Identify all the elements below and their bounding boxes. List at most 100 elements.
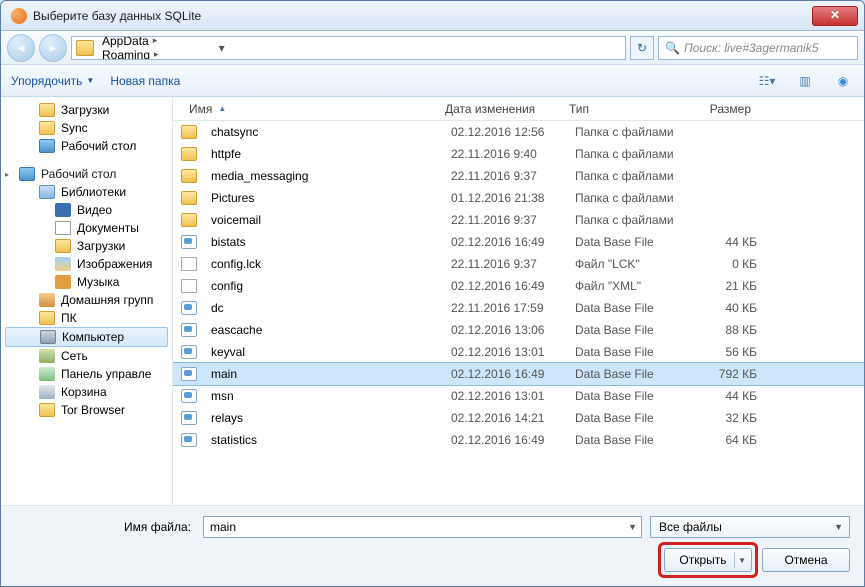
app-icon <box>11 8 27 24</box>
sidebar-item[interactable]: Загрузки <box>1 101 172 119</box>
file-row[interactable]: config.lck22.11.2016 9:37Файл "LCK"0 КБ <box>173 253 864 275</box>
file-icon <box>181 125 197 139</box>
item-icon <box>39 293 55 307</box>
sidebar-item[interactable]: Домашняя групп <box>1 291 172 309</box>
item-icon <box>55 203 71 217</box>
forward-button[interactable]: ► <box>39 34 67 62</box>
sidebar: ЗагрузкиSyncРабочий стол ▸Рабочий стол Б… <box>1 97 173 505</box>
file-row[interactable]: httpfe22.11.2016 9:40Папка с файлами <box>173 143 864 165</box>
file-row[interactable]: chatsync02.12.2016 12:56Папка с файлами <box>173 121 864 143</box>
organize-menu[interactable]: Упорядочить ▼ <box>11 74 94 88</box>
item-icon <box>39 103 55 117</box>
sidebar-item[interactable]: Изображения <box>1 255 172 273</box>
file-row[interactable]: statistics02.12.2016 16:49Data Base File… <box>173 429 864 451</box>
file-row[interactable]: config02.12.2016 16:49Файл "XML"21 КБ <box>173 275 864 297</box>
item-icon <box>39 139 55 153</box>
titlebar[interactable]: Выберите базу данных SQLite ✕ <box>1 1 864 31</box>
sort-indicator-icon: ▲ <box>218 104 226 113</box>
preview-pane-icon[interactable]: ▥ <box>794 72 816 90</box>
item-icon <box>39 385 55 399</box>
file-row[interactable]: voicemail22.11.2016 9:37Папка с файлами <box>173 209 864 231</box>
library-icon <box>39 185 55 199</box>
item-icon <box>39 403 55 417</box>
item-icon <box>39 121 55 135</box>
desktop-icon <box>19 167 35 181</box>
search-input[interactable]: 🔍 Поиск: live#3agermanik5 <box>658 36 858 60</box>
col-date[interactable]: Дата изменения <box>437 98 561 120</box>
file-type-filter[interactable]: Все файлы▼ <box>650 516 850 538</box>
toolbar: Упорядочить ▼ Новая папка ☷▾ ▥ ◉ <box>1 65 864 97</box>
file-row[interactable]: bistats02.12.2016 16:49Data Base File44 … <box>173 231 864 253</box>
refresh-button[interactable]: ↻ <box>630 36 654 60</box>
file-icon <box>181 279 197 293</box>
item-icon <box>39 349 55 363</box>
help-icon[interactable]: ◉ <box>832 72 854 90</box>
window-title: Выберите базу данных SQLite <box>33 9 812 23</box>
sidebar-item[interactable]: Панель управле <box>1 365 172 383</box>
file-row[interactable]: dc22.11.2016 17:59Data Base File40 КБ <box>173 297 864 319</box>
breadcrumb-segment[interactable]: Roaming▸ <box>100 48 211 60</box>
file-dialog: Выберите базу данных SQLite ✕ ◄ ► Пользо… <box>0 0 865 587</box>
file-icon <box>181 345 197 359</box>
file-icon <box>181 433 197 447</box>
body: ЗагрузкиSyncРабочий стол ▸Рабочий стол Б… <box>1 97 864 505</box>
sidebar-item[interactable]: Сеть <box>1 347 172 365</box>
col-size[interactable]: Размер <box>681 98 759 120</box>
sidebar-item[interactable]: Музыка <box>1 273 172 291</box>
file-icon <box>181 213 197 227</box>
col-name[interactable]: Имя▲ <box>181 98 437 120</box>
sidebar-item[interactable]: Компьютер <box>5 327 168 347</box>
cancel-button[interactable]: Отмена <box>762 548 850 572</box>
file-icon <box>181 389 197 403</box>
chevron-down-icon[interactable]: ▼ <box>738 556 746 565</box>
new-folder-button[interactable]: Новая папка <box>110 74 180 88</box>
filename-input[interactable]: main▼ <box>203 516 642 538</box>
file-icon <box>181 367 197 381</box>
file-row[interactable]: relays02.12.2016 14:21Data Base File32 К… <box>173 407 864 429</box>
sidebar-item[interactable]: Документы <box>1 219 172 237</box>
file-list: Имя▲ Дата изменения Тип Размер chatsync0… <box>173 97 864 505</box>
sidebar-item[interactable]: Видео <box>1 201 172 219</box>
chevron-down-icon[interactable]: ▼ <box>628 522 637 532</box>
file-row[interactable]: eascache02.12.2016 13:06Data Base File88… <box>173 319 864 341</box>
sidebar-item[interactable]: Рабочий стол <box>1 137 172 155</box>
open-button[interactable]: Открыть▼ <box>664 548 752 572</box>
file-row[interactable]: main02.12.2016 16:49Data Base File792 КБ <box>173 363 864 385</box>
address-bar[interactable]: Пользователи▸ПК▸AppData▸Roaming▸Skype▸li… <box>71 36 626 60</box>
filename-label: Имя файла: <box>15 520 195 534</box>
column-headers[interactable]: Имя▲ Дата изменения Тип Размер <box>173 97 864 121</box>
sidebar-desktop-head[interactable]: ▸Рабочий стол <box>1 165 172 183</box>
file-icon <box>181 169 197 183</box>
file-row[interactable]: msn02.12.2016 13:01Data Base File44 КБ <box>173 385 864 407</box>
back-button[interactable]: ◄ <box>7 34 35 62</box>
breadcrumb-segment[interactable]: AppData▸ <box>100 36 211 48</box>
close-button[interactable]: ✕ <box>812 6 858 26</box>
file-icon <box>181 411 197 425</box>
item-icon <box>40 330 56 344</box>
sidebar-item[interactable]: ПК <box>1 309 172 327</box>
file-icon <box>181 235 197 249</box>
navbar: ◄ ► Пользователи▸ПК▸AppData▸Roaming▸Skyp… <box>1 31 864 65</box>
sidebar-item[interactable]: Корзина <box>1 383 172 401</box>
footer: Имя файла: main▼ Все файлы▼ Открыть▼ Отм… <box>1 505 864 586</box>
address-dropdown[interactable]: ▾ <box>213 41 231 55</box>
file-icon <box>181 257 197 271</box>
file-row[interactable]: Pictures01.12.2016 21:38Папка с файлами <box>173 187 864 209</box>
sidebar-libraries[interactable]: Библиотеки <box>1 183 172 201</box>
col-type[interactable]: Тип <box>561 98 681 120</box>
sidebar-item[interactable]: Tor Browser <box>1 401 172 419</box>
item-icon <box>55 275 71 289</box>
item-icon <box>55 257 71 271</box>
item-icon <box>39 311 55 325</box>
file-row[interactable]: keyval02.12.2016 13:01Data Base File56 К… <box>173 341 864 363</box>
search-icon: 🔍 <box>665 41 680 55</box>
chevron-down-icon[interactable]: ▼ <box>834 522 843 532</box>
sidebar-item[interactable]: Загрузки <box>1 237 172 255</box>
file-row[interactable]: media_messaging22.11.2016 9:37Папка с фа… <box>173 165 864 187</box>
item-icon <box>39 367 55 381</box>
item-icon <box>55 239 71 253</box>
item-icon <box>55 221 71 235</box>
sidebar-item[interactable]: Sync <box>1 119 172 137</box>
folder-icon <box>76 40 94 56</box>
view-options-icon[interactable]: ☷▾ <box>756 72 778 90</box>
